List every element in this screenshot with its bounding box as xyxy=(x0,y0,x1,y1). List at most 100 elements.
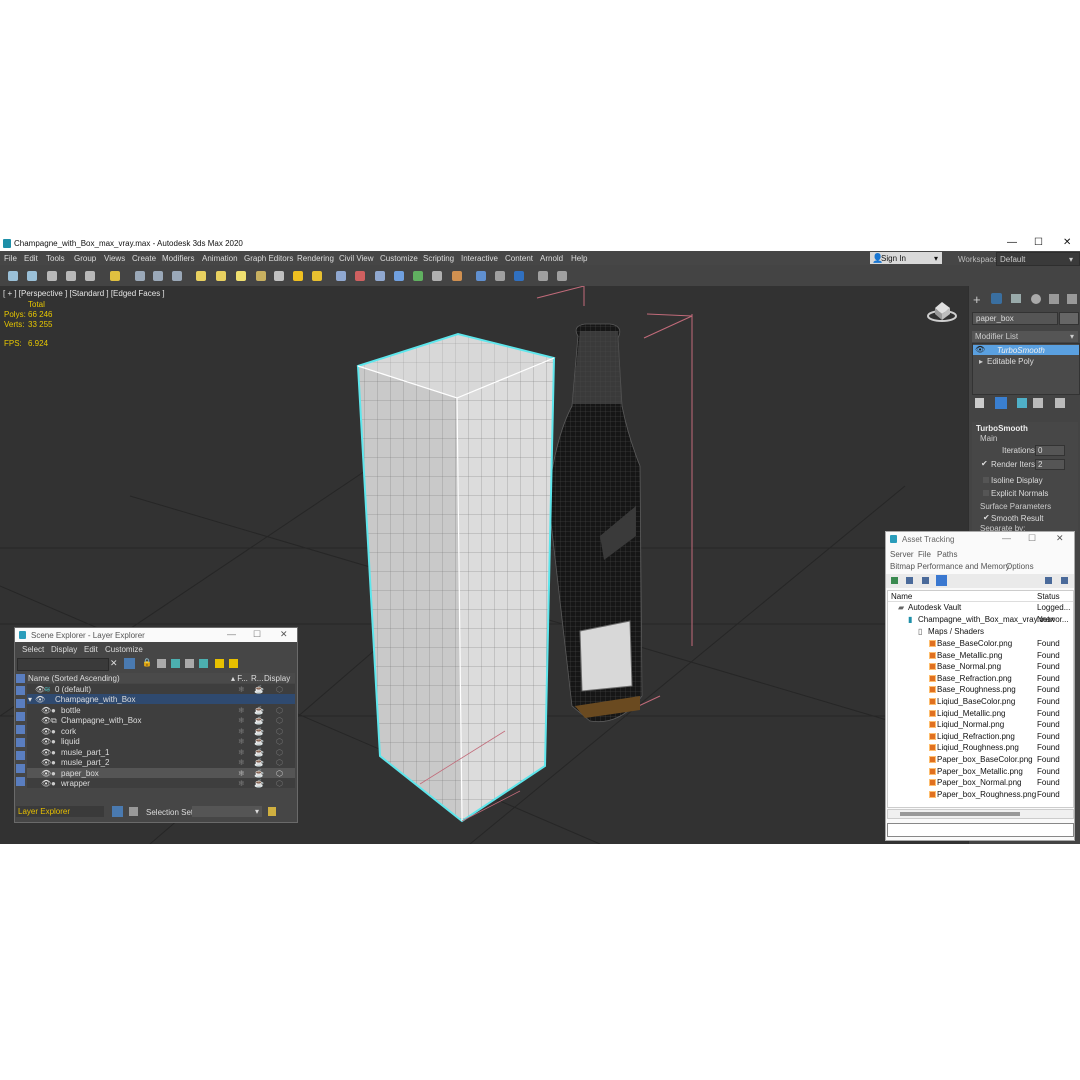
menu-civil-view[interactable]: Civil View xyxy=(339,254,374,263)
schematic-icon[interactable] xyxy=(452,271,462,281)
menu-edit[interactable]: Edit xyxy=(84,645,98,654)
menu-file[interactable]: File xyxy=(918,550,931,559)
eye-icon[interactable]: 👁 xyxy=(41,716,51,725)
geometry-filter-icon[interactable] xyxy=(16,674,25,683)
render-iters-spinner[interactable]: 2 xyxy=(1035,459,1065,470)
shapes-filter-icon[interactable] xyxy=(16,686,25,695)
eye-icon[interactable]: 👁 xyxy=(41,727,51,736)
helpers-filter-icon[interactable] xyxy=(16,725,25,734)
horizontal-scrollbar[interactable] xyxy=(887,809,1074,819)
environment-icon[interactable] xyxy=(274,271,284,281)
layers-icon[interactable] xyxy=(171,659,180,668)
eye-icon[interactable]: 👁 xyxy=(41,748,51,757)
hierarchy-icon[interactable] xyxy=(215,659,224,668)
pin-stack-icon[interactable] xyxy=(975,398,984,408)
teapot-icon[interactable]: ☕ xyxy=(254,727,264,736)
teapot-icon[interactable]: ☕ xyxy=(254,737,264,746)
selection-filter-icon[interactable] xyxy=(110,271,120,281)
eye-icon[interactable]: 👁 xyxy=(41,758,51,767)
curve-editor-icon[interactable] xyxy=(432,271,442,281)
menu-rendering[interactable]: Rendering xyxy=(297,254,334,263)
snowflake-icon[interactable]: ❄ xyxy=(238,685,245,694)
stack-item-editable-poly[interactable]: ▸ Editable Poly xyxy=(973,356,1079,366)
motion-tab-icon[interactable] xyxy=(1031,294,1041,304)
expand-arrow-icon[interactable]: ▾ xyxy=(28,695,32,704)
menu-views[interactable]: Views xyxy=(104,254,125,263)
list-item[interactable]: Paper_box_Roughness.png Found xyxy=(888,789,1073,800)
viewport-label[interactable]: [ + ] [Perspective ] [Standard ] [Edged … xyxy=(3,289,165,298)
teapot-icon[interactable]: ☕ xyxy=(254,748,264,757)
snap-icon[interactable] xyxy=(355,271,365,281)
teapot-icon[interactable]: ☕ xyxy=(254,769,264,778)
maximize-button[interactable]: ☐ xyxy=(1034,237,1043,248)
link-icon[interactable] xyxy=(47,271,57,281)
object-color-swatch[interactable] xyxy=(1059,312,1079,325)
hierarchy-explorer-icon[interactable] xyxy=(129,807,138,816)
resolve-icon[interactable] xyxy=(1061,577,1068,584)
menu-content[interactable]: Content xyxy=(505,254,533,263)
close-button[interactable]: ✕ xyxy=(1056,533,1064,544)
list-item[interactable]: Liqiud_Metallic.png Found xyxy=(888,708,1073,719)
list-item[interactable]: Base_BaseColor.png Found xyxy=(888,638,1073,649)
menu-options[interactable]: Options xyxy=(1006,562,1034,571)
menu-tools[interactable]: Tools xyxy=(46,254,65,263)
lights-filter-icon[interactable] xyxy=(16,699,25,708)
scrollbar-thumb[interactable] xyxy=(900,812,1020,816)
rollout-title[interactable]: TurboSmooth xyxy=(976,424,1028,433)
teapot-icon[interactable]: ☕ xyxy=(254,758,264,767)
bind-space-warp-icon[interactable] xyxy=(85,271,95,281)
menu-file[interactable]: File xyxy=(4,254,17,263)
eye-icon[interactable]: 👁 xyxy=(41,769,51,778)
bones-filter-icon[interactable] xyxy=(16,777,25,786)
minimize-button[interactable]: — xyxy=(1002,533,1011,543)
snowflake-icon[interactable]: ❄ xyxy=(238,748,245,757)
display-box-icon[interactable]: ⬡ xyxy=(276,748,283,757)
list-view-icon[interactable] xyxy=(936,575,947,586)
close-button[interactable]: ✕ xyxy=(1063,237,1071,248)
list-item[interactable]: Paper_box_Normal.png Found xyxy=(888,777,1073,788)
teapot-icon[interactable]: ☕ xyxy=(254,716,264,725)
snowflake-icon[interactable]: ❄ xyxy=(238,727,245,736)
utilities-tab-icon[interactable] xyxy=(1067,294,1077,304)
render-iters-checkbox[interactable]: ✔ xyxy=(981,459,988,468)
list-item[interactable]: Paper_box_Metallic.png Found xyxy=(888,766,1073,777)
edit-selection-set-icon[interactable] xyxy=(268,807,276,816)
list-item[interactable]: Base_Metallic.png Found xyxy=(888,650,1073,661)
smooth-result-checkbox[interactable]: ✔ xyxy=(983,513,990,522)
show-end-result-icon[interactable] xyxy=(995,397,1007,409)
align-icon[interactable] xyxy=(394,271,404,281)
menu-select[interactable]: Select xyxy=(22,645,44,654)
select-by-name-icon[interactable] xyxy=(153,271,163,281)
list-item[interactable]: Liqiud_Refraction.png Found xyxy=(888,731,1073,742)
render-setup-icon[interactable] xyxy=(216,271,226,281)
list-item[interactable]: 👁 ⧉ Champagne_with_Box ❄ ☕ ⬡ xyxy=(27,715,295,725)
active-shade-icon[interactable] xyxy=(538,271,548,281)
list-item[interactable]: 👁 ● bottle ❄ ☕ ⬡ xyxy=(27,705,295,715)
snowflake-icon[interactable]: ❄ xyxy=(238,737,245,746)
object-name-field[interactable]: paper_box xyxy=(972,312,1058,325)
close-button[interactable]: ✕ xyxy=(280,629,288,640)
render-production-icon[interactable] xyxy=(514,271,524,281)
mirror-icon[interactable] xyxy=(375,271,385,281)
explicit-normals-checkbox[interactable] xyxy=(983,490,989,496)
display-box-icon[interactable]: ⬡ xyxy=(276,737,283,746)
list-item[interactable]: Liqiud_BaseColor.png Found xyxy=(888,696,1073,707)
rectangular-selection-icon[interactable] xyxy=(172,271,182,281)
menu-help[interactable]: Help xyxy=(571,254,587,263)
teapot-icon[interactable]: ☕ xyxy=(254,706,264,715)
menu-interactive[interactable]: Interactive xyxy=(461,254,498,263)
unlink-icon[interactable] xyxy=(66,271,76,281)
grid-icon[interactable] xyxy=(336,271,346,281)
menu-graph-editors[interactable]: Graph Editors xyxy=(244,254,293,263)
list-item[interactable]: 👁 ● cork ❄ ☕ ⬡ xyxy=(27,726,295,736)
snowflake-icon[interactable]: ❄ xyxy=(238,706,245,715)
menu-customize[interactable]: Customize xyxy=(105,645,143,654)
column-name[interactable]: Name (Sorted Ascending) xyxy=(28,674,120,683)
material-editor-icon[interactable] xyxy=(476,271,486,281)
list-item[interactable]: Paper_box_BaseColor.png Found xyxy=(888,754,1073,765)
menu-group[interactable]: Group xyxy=(74,254,96,263)
hierarchy-tab-icon[interactable] xyxy=(1011,294,1021,303)
list-item[interactable]: Liqiud_Normal.png Found xyxy=(888,719,1073,730)
groups-filter-icon[interactable] xyxy=(16,751,25,760)
modifier-list-dropdown[interactable]: Modifier List ▾ xyxy=(972,331,1078,342)
